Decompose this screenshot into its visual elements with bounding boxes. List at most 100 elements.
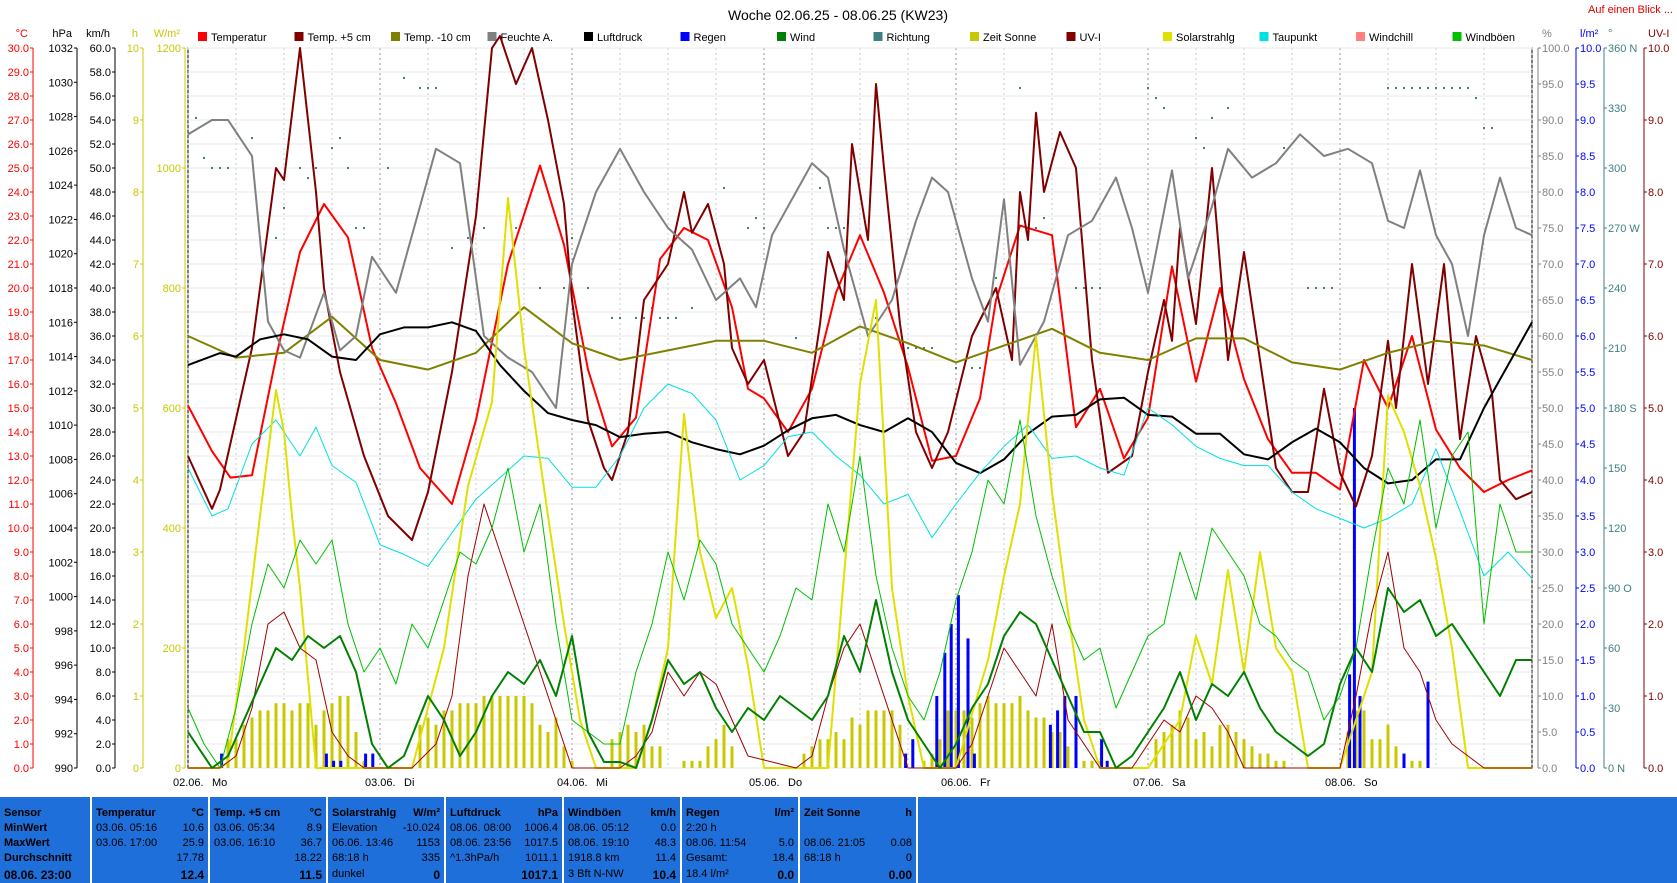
left-axis-tick-label: 11.0 [8,499,29,511]
table-cell: 03.06. 05:16 [96,822,158,834]
table-cell: Temperatur [96,807,156,819]
direction-point [755,217,757,219]
left-axis-tick-label: 0.0 [14,763,29,775]
day-name-label: Di [404,777,414,789]
rain-bar [935,696,939,768]
legend-label: Taupunkt [1273,32,1318,44]
left-axis-tick-label: 56.0 [90,91,111,103]
legend-swatch [777,32,786,41]
rain-bar [1056,710,1060,768]
sun-bar [538,724,542,768]
sun-bar [1386,724,1390,768]
table-cell: Durchschnitt [4,852,72,864]
sun-bar [1042,717,1046,768]
right-axis-tick-label: 6.0 [1580,331,1595,343]
day-date-label: 08.06. [1325,777,1356,789]
table-cell: 08.06. 23:00 [4,868,72,882]
direction-point [1331,287,1333,289]
left-axis-tick-label: 2.0 [14,715,29,727]
legend-swatch [1356,32,1365,41]
sun-bar [882,710,886,768]
left-axis-tick-label: 58.0 [90,67,111,79]
left-axis-tick-label: 29.0 [8,67,29,79]
right-axis-tick-label: 95.0 [1542,79,1563,91]
sun-bar [498,696,502,768]
table-cell: 08.06. 21:05 [804,837,866,849]
direction-point [355,227,357,229]
sun-bar [1186,717,1190,768]
left-axis-tick-label: 1 [133,691,139,703]
legend-label: Windböen [1466,32,1516,44]
direction-point [315,167,317,169]
right-axis-unit: ° [1608,28,1612,40]
right-axis-tick-label: 60.0 [1542,331,1563,343]
table-cell: 03.06. 05:34 [214,822,276,834]
left-axis-tick-label: 27.0 [8,115,29,127]
left-axis-tick-label: 30.0 [8,43,29,55]
direction-point [1091,287,1093,289]
table-cell: 1006.4 [524,822,558,834]
left-axis-tick-label: 20.0 [90,523,111,535]
overview-link[interactable]: Auf einen Blick ... [1588,4,1673,16]
sun-bar [530,703,534,768]
left-axis-tick-label: 1.0 [14,739,29,751]
left-axis-unit: °C [16,28,28,40]
stats-table: Sensor MinWert MaxWert Durchschnitt 08.06. 2… [0,797,1677,883]
right-axis-tick-label: 1.0 [1580,691,1595,703]
direction-point [419,87,421,89]
right-axis-tick-label: 45.0 [1542,439,1563,451]
left-axis-tick-label: 25.0 [8,163,29,175]
right-axis-tick-label: 3.0 [1580,547,1595,559]
direction-point [275,237,277,239]
sun-bar [1258,753,1262,768]
legend-label: Richtung [887,32,930,44]
direction-point [659,317,661,319]
left-axis-tick-label: 32.0 [90,379,111,391]
direction-point [955,367,957,369]
right-axis-tick-label: 120 [1608,523,1626,535]
legend-swatch [294,32,304,41]
table-cell: Zeit Sonne [804,807,861,819]
direction-point [843,227,845,229]
sun-bar [338,696,342,768]
rain-bar [1352,408,1356,768]
day-date-label: 06.06. [941,777,972,789]
table-cell: 0.0 [777,868,794,882]
right-axis-tick-label: 8.0 [1580,187,1595,199]
direction-point [1323,287,1325,289]
right-axis-tick-label: 30 [1608,703,1620,715]
sun-bar [1162,732,1166,768]
right-axis-tick-label: 55.0 [1542,367,1563,379]
left-axis-tick-label: 1016 [49,317,73,329]
direction-point [1043,217,1045,219]
table-cell: 1011.1 [525,852,558,864]
left-axis-tick-label: 8 [133,187,139,199]
direction-point [1099,287,1101,289]
legend-swatch [1452,32,1462,41]
direction-point [723,187,725,189]
sun-bar [266,710,270,768]
right-axis-tick-label: 4.5 [1580,439,1595,451]
left-axis-tick-label: 1006 [49,489,73,501]
table-column: Zeit Sonne h 08.06. 21:05 68:18 h 0.08 0 0.00 [800,797,916,883]
direction-point [1211,117,1213,119]
left-axis-unit: km/h [86,28,110,40]
left-axis-tick-label: 12.0 [8,475,29,487]
right-axis-tick-label: 0.0 [1648,763,1663,775]
rain-bar [911,739,915,768]
left-axis-tick-label: 46.0 [90,211,111,223]
left-axis-tick-label: 21.0 [8,259,29,271]
left-axis-tick-label: 1000 [49,592,73,604]
table-cell: 36.7 [300,837,322,849]
table-cell: 11.5 [299,868,322,882]
left-axis-tick-label: 18.0 [90,547,111,559]
sun-bar [850,717,854,768]
sun-bar [1362,710,1366,768]
table-cell: 03.06. 16:10 [214,837,276,849]
direction-point [283,207,285,209]
right-axis-tick-label: 75.0 [1542,223,1563,235]
table-cell: Sensor [4,807,42,819]
table-cell: 10.6 [182,822,204,834]
table-cell: 12.4 [180,868,204,882]
right-axis-tick-label: 20.0 [1542,619,1563,631]
